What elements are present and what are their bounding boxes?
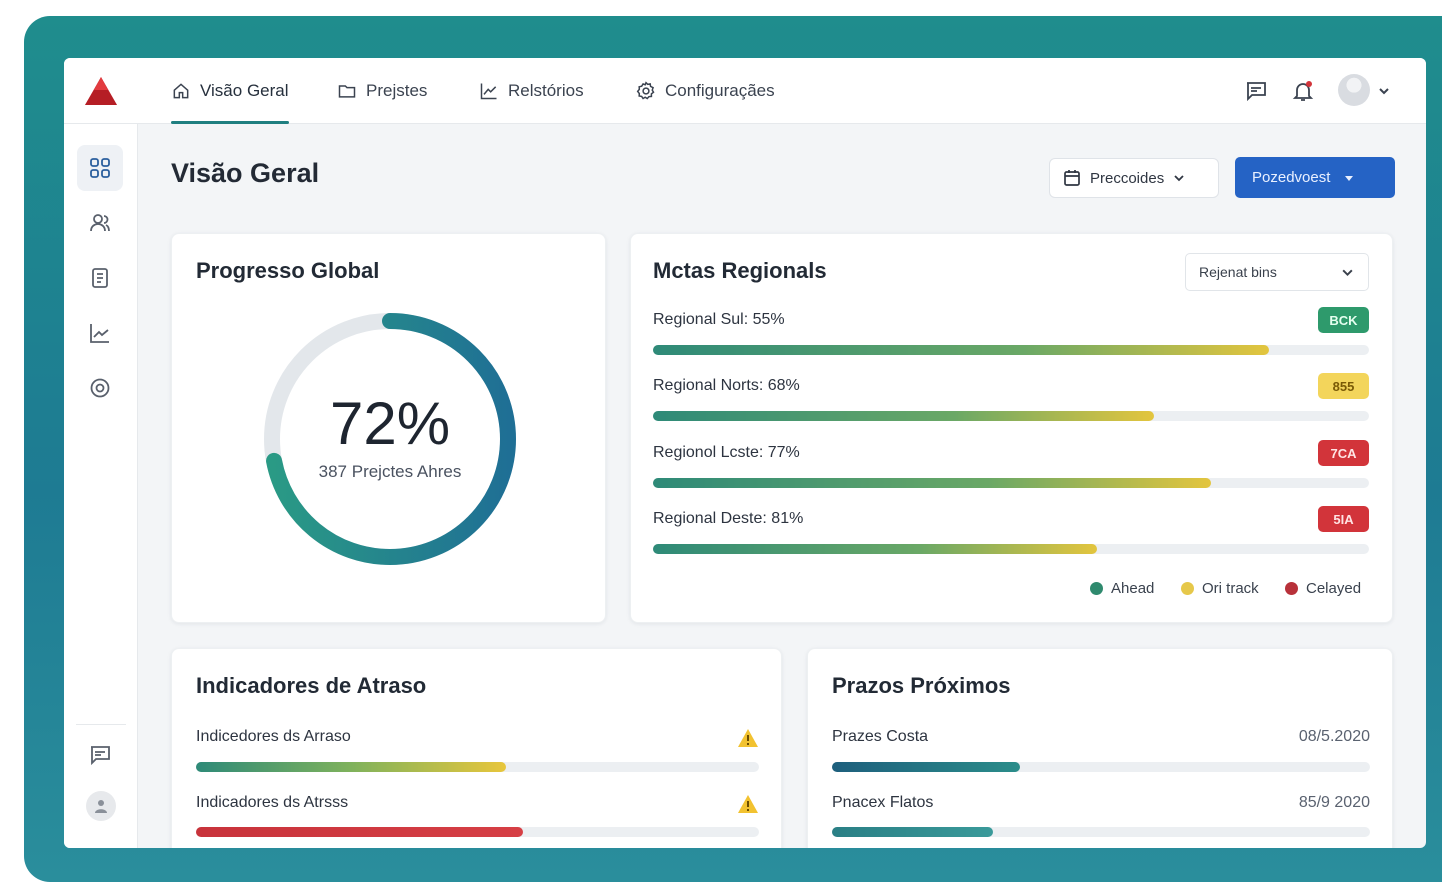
regional-status-badge: 855 bbox=[1318, 373, 1369, 399]
warning-icon bbox=[738, 729, 758, 747]
tab-label: Relstórios bbox=[508, 81, 584, 100]
primary-button-label: Pozedvoest bbox=[1252, 169, 1331, 186]
progress-global-card: Progresso Global 72% 387 Prejctes Ahres bbox=[171, 233, 606, 623]
primary-action-button[interactable]: Pozedvoest bbox=[1235, 157, 1395, 198]
regional-progress-fill bbox=[653, 345, 1269, 355]
legend-item-on-track: Ori track bbox=[1181, 580, 1259, 597]
settings-gear-icon bbox=[90, 378, 110, 398]
user-icon bbox=[95, 800, 107, 813]
regional-progress-track bbox=[653, 544, 1369, 554]
deadline-progress-track bbox=[832, 827, 1370, 837]
chart-icon bbox=[480, 83, 497, 100]
legend-label: Ahead bbox=[1111, 580, 1155, 597]
progress-percent: 72% bbox=[329, 390, 451, 457]
prazos-proximos-card: Prazos Próximos Prazes Costa 08/5.2020 P… bbox=[807, 648, 1393, 848]
regional-status-badge: BCK bbox=[1318, 307, 1369, 333]
legend-dot bbox=[1090, 582, 1103, 595]
sidebar-item-reports[interactable] bbox=[77, 310, 123, 356]
deadline-row-label: Prazes Costa bbox=[832, 728, 929, 745]
regional-row-label: Regional Norts: 68% bbox=[653, 377, 800, 394]
progress-subtitle: 387 Prejctes Ahres bbox=[318, 462, 462, 481]
warning-icon bbox=[738, 795, 758, 813]
period-dropdown-button[interactable]: Preccoides bbox=[1049, 158, 1219, 198]
page-title: Visão Geral bbox=[171, 158, 320, 188]
legend-label: Ori track bbox=[1202, 580, 1259, 597]
legend-dot bbox=[1285, 582, 1298, 595]
chart-icon bbox=[90, 324, 109, 343]
delay-progress-fill bbox=[196, 827, 523, 837]
folder-icon bbox=[338, 85, 356, 98]
grid-icon bbox=[90, 158, 110, 178]
deadline-progress-track bbox=[832, 762, 1370, 772]
metas-regionais-card: Mctas Regionals Rejenat bins Regional Su… bbox=[630, 233, 1393, 623]
sidebar-item-users[interactable] bbox=[77, 200, 123, 246]
regional-status-badge: 7CA bbox=[1318, 440, 1369, 466]
deadline-date: 85/9 2020 bbox=[1298, 794, 1370, 811]
card-title: Mctas Regionals bbox=[653, 258, 827, 283]
regional-progress-fill bbox=[653, 411, 1155, 421]
sidebar bbox=[64, 124, 138, 848]
regional-row-label: Regional Sul: 55% bbox=[653, 311, 785, 328]
tab-visao-geral[interactable]: Visão Geral bbox=[171, 58, 289, 124]
regional-progress-track bbox=[653, 411, 1369, 421]
legend-item-delayed: Celayed bbox=[1285, 580, 1361, 597]
deadline-progress-fill bbox=[832, 827, 994, 837]
regional-progress-track bbox=[653, 345, 1369, 355]
deadline-progress-fill bbox=[832, 762, 1021, 772]
users-icon bbox=[90, 214, 110, 232]
home-icon bbox=[173, 83, 189, 99]
region-filter-select[interactable]: Rejenat bins bbox=[1185, 253, 1369, 291]
delay-progress-fill bbox=[196, 762, 506, 772]
delay-row-label: Indicedores ds Arraso bbox=[196, 728, 351, 745]
calendar-icon bbox=[1064, 170, 1080, 186]
sidebar-item-messages[interactable] bbox=[77, 732, 123, 778]
app-window: Visão Geral Prejstes Relstórios Configur… bbox=[64, 58, 1426, 848]
sidebar-item-dashboard[interactable] bbox=[77, 145, 123, 191]
chevron-down-icon bbox=[1342, 269, 1353, 277]
tab-relatorios[interactable]: Relstórios bbox=[479, 58, 584, 124]
legend-label: Celayed bbox=[1306, 580, 1362, 597]
regional-progress-fill bbox=[653, 544, 1097, 554]
regional-progress-fill bbox=[653, 478, 1212, 488]
card-title: Prazos Próximos bbox=[832, 673, 1011, 698]
legend-item-ahead: Ahead bbox=[1090, 580, 1154, 597]
regional-row-label: Regionol Lcste: 77% bbox=[653, 444, 800, 461]
deadline-date: 08/5.2020 bbox=[1298, 728, 1370, 745]
sidebar-user-avatar[interactable] bbox=[86, 791, 116, 821]
deadline-row-label: Pnacex Flatos bbox=[832, 794, 934, 811]
tab-configuracoes[interactable]: Configuraçães bbox=[636, 58, 775, 124]
indicadores-atraso-card: Indicadores de Atraso Indicedores ds Arr… bbox=[171, 648, 782, 848]
chevron-down-icon bbox=[1174, 175, 1184, 182]
delay-row-label: Indicadores ds Atrsss bbox=[196, 794, 349, 811]
sidebar-item-documents[interactable] bbox=[77, 255, 123, 301]
delay-progress-track bbox=[196, 827, 759, 837]
document-icon bbox=[92, 268, 108, 288]
sidebar-divider bbox=[76, 724, 126, 725]
card-title: Progresso Global bbox=[196, 258, 380, 283]
tab-label: Visão Geral bbox=[200, 81, 289, 100]
user-avatar[interactable] bbox=[1338, 74, 1370, 106]
top-navigation-bar: Visão Geral Prejstes Relstórios Configur… bbox=[64, 58, 1426, 124]
notification-bell-icon[interactable] bbox=[1291, 79, 1315, 103]
logo-icon bbox=[85, 77, 117, 105]
chevron-down-icon[interactable] bbox=[1377, 84, 1391, 98]
regional-status-badge: 5IA bbox=[1318, 506, 1369, 532]
sidebar-item-settings[interactable] bbox=[77, 365, 123, 411]
region-select-value: Rejenat bins bbox=[1199, 264, 1277, 280]
tab-label: Prejstes bbox=[366, 81, 428, 100]
card-title: Indicadores de Atraso bbox=[196, 673, 427, 698]
message-icon bbox=[91, 746, 110, 766]
regional-progress-track bbox=[653, 478, 1369, 488]
settings-gear-icon bbox=[636, 81, 655, 100]
regional-row-label: Regional Deste: 81% bbox=[653, 510, 804, 527]
period-button-label: Preccoides bbox=[1090, 169, 1165, 187]
tab-label: Configuraçães bbox=[665, 81, 775, 100]
caret-down-icon bbox=[1345, 175, 1354, 181]
legend-dot bbox=[1181, 582, 1194, 595]
message-icon[interactable] bbox=[1244, 79, 1268, 103]
delay-progress-track bbox=[196, 762, 759, 772]
tab-projetos[interactable]: Prejstes bbox=[337, 58, 427, 124]
progress-donut: 72% 387 Prejctes Ahres bbox=[260, 309, 520, 569]
